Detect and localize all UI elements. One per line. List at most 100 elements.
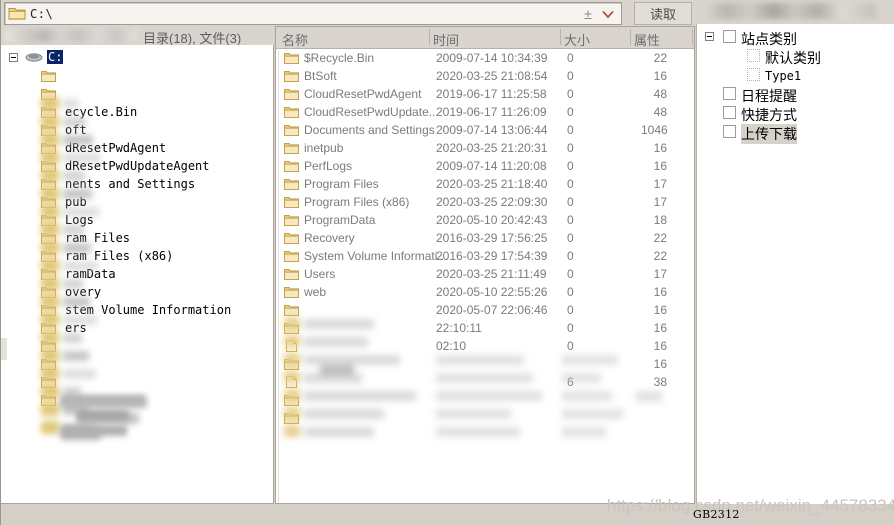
file-size: 0 bbox=[567, 159, 574, 173]
file-size: 0 bbox=[567, 303, 574, 317]
file-list-header: 名称 时间 大小 属性 bbox=[276, 27, 694, 49]
tree-collapse-toggle[interactable] bbox=[9, 53, 18, 62]
file-attr: 17 bbox=[653, 177, 667, 191]
column-header-attr[interactable]: 属性 bbox=[634, 30, 660, 49]
column-divider[interactable] bbox=[692, 29, 693, 45]
file-row[interactable]: BtSoft 2020-03-25 21:08:54 0 16 bbox=[276, 67, 694, 85]
file-row[interactable]: 22:10:11 0 16 bbox=[276, 319, 694, 337]
file-name: System Volume Informati... bbox=[304, 249, 448, 263]
file-row[interactable]: 2020-05-07 22:06:46 0 16 bbox=[276, 301, 694, 319]
site-tree-item-label: 上传下载 bbox=[741, 124, 797, 144]
file-row[interactable]: Recovery 2016-03-29 17:56:25 0 22 bbox=[276, 229, 694, 247]
file-size: 0 bbox=[567, 321, 574, 335]
file-size: 0 bbox=[567, 69, 574, 83]
panel-resize-handle[interactable] bbox=[0, 338, 7, 360]
file-row[interactable] bbox=[276, 391, 694, 409]
tree-node-label: Logs bbox=[65, 213, 94, 227]
file-time: 2020-03-25 22:09:30 bbox=[436, 195, 548, 209]
file-row[interactable]: Users 2020-03-25 21:11:49 0 17 bbox=[276, 265, 694, 283]
folder-icon bbox=[284, 412, 299, 424]
folder-icon bbox=[41, 178, 56, 193]
file-row[interactable]: CloudResetPwdAgent 2019-06-17 11:25:58 0 48 bbox=[276, 85, 694, 103]
file-time: 2020-03-25 21:08:54 bbox=[436, 69, 548, 83]
file-size: 0 bbox=[567, 231, 574, 245]
chevron-down-icon[interactable] bbox=[601, 8, 615, 20]
expand-plus-icon[interactable]: ± bbox=[581, 7, 595, 21]
directory-summary-bar: 目录(18), 文件(3) bbox=[0, 26, 274, 46]
file-time: 2020-03-25 21:20:31 bbox=[436, 141, 548, 155]
column-header-time[interactable]: 时间 bbox=[433, 30, 459, 49]
folder-icon bbox=[284, 88, 299, 100]
upload-download-icon bbox=[723, 125, 736, 138]
file-size: 0 bbox=[567, 123, 574, 137]
tree-node-label: stem Volume Information bbox=[65, 303, 232, 317]
drive-icon bbox=[25, 52, 43, 66]
folder-icon bbox=[284, 358, 299, 370]
folder-icon bbox=[284, 214, 299, 226]
file-row[interactable]: PerfLogs 2009-07-14 11:20:08 0 16 bbox=[276, 157, 694, 175]
file-size: 0 bbox=[567, 267, 574, 281]
file-row[interactable]: Program Files 2020-03-25 21:18:40 0 17 bbox=[276, 175, 694, 193]
tree-node-label: dResetPwdAgent bbox=[65, 141, 167, 155]
file-time: 2020-03-25 21:18:40 bbox=[436, 177, 548, 191]
column-divider[interactable] bbox=[630, 29, 631, 45]
file-row[interactable]: ProgramData 2020-05-10 20:42:43 0 18 bbox=[276, 211, 694, 229]
file-row[interactable]: inetpub 2020-03-25 21:20:31 0 16 bbox=[276, 139, 694, 157]
site-category-tree[interactable]: 站点类别 默认类别 Type1 日程提醒 快捷方式 上传下载 bbox=[696, 24, 893, 504]
file-attr: 48 bbox=[653, 105, 667, 119]
file-size: 0 bbox=[567, 177, 574, 191]
file-attr: 16 bbox=[653, 69, 667, 83]
site-category-panel[interactable]: 站点类别 默认类别 Type1 日程提醒 快捷方式 上传下载 bbox=[696, 0, 894, 504]
file-row[interactable] bbox=[276, 409, 694, 427]
tree-node-label: nents and Settings bbox=[65, 177, 196, 191]
file-row[interactable]: 16 bbox=[276, 355, 694, 373]
file-time: 22:10:11 bbox=[436, 321, 482, 335]
category-icon bbox=[747, 68, 760, 81]
file-time: 2009-07-14 10:34:39 bbox=[436, 51, 548, 65]
category-icon bbox=[747, 49, 760, 62]
file-list-panel[interactable]: 名称 时间 大小 属性 $Recycle.Bin 2009-07-14 10:34:39… bbox=[275, 26, 695, 504]
folder-icon bbox=[41, 304, 56, 319]
read-button[interactable]: 读取 bbox=[634, 2, 692, 25]
file-row[interactable]: System Volume Informati... 2016-03-29 17:… bbox=[276, 247, 694, 265]
file-row[interactable]: Documents and Settings 2009-07-14 13:06:4… bbox=[276, 121, 694, 139]
folder-icon bbox=[41, 268, 56, 283]
file-icon bbox=[284, 376, 299, 388]
folder-icon bbox=[41, 250, 56, 265]
site-tree-item-label: Type1 bbox=[765, 69, 802, 83]
folder-icon bbox=[284, 196, 299, 208]
path-input-value: C:\ bbox=[30, 6, 54, 21]
file-row[interactable]: Program Files (x86) 2020-03-25 22:09:30 0 1… bbox=[276, 193, 694, 211]
file-row[interactable]: 6 38 bbox=[276, 373, 694, 391]
tree-collapse-toggle[interactable] bbox=[705, 32, 714, 41]
column-divider[interactable] bbox=[560, 29, 561, 45]
folder-icon bbox=[284, 304, 299, 316]
redacted-tree-names bbox=[57, 395, 177, 443]
site-tree-item-label: 日程提醒 bbox=[741, 88, 797, 104]
path-input[interactable]: C:\ ± bbox=[4, 2, 622, 25]
file-time: 02:10 bbox=[436, 339, 467, 353]
tree-node-label: ecycle.Bin bbox=[65, 105, 138, 119]
column-header-name[interactable]: 名称 bbox=[282, 30, 308, 49]
directory-tree-panel[interactable]: C: ecycle.Bin oft dResetPwdAgent dResetPwdUp… bbox=[0, 45, 274, 504]
file-size: 0 bbox=[567, 195, 574, 209]
file-size: 0 bbox=[567, 339, 574, 353]
file-attr: 16 bbox=[653, 321, 667, 335]
folder-icon bbox=[284, 106, 299, 118]
folder-icon bbox=[8, 8, 26, 20]
watermark-text: https://blog.csdn.net/weixin_44578334 bbox=[607, 496, 894, 515]
file-row[interactable]: $Recycle.Bin 2009-07-14 10:34:39 0 22 bbox=[276, 49, 694, 67]
site-tree-item-label: 站点类别 bbox=[741, 31, 797, 47]
file-attr: 16 bbox=[653, 285, 667, 299]
file-name: Program Files (x86) bbox=[304, 195, 410, 209]
file-row[interactable]: 02:10 0 16 bbox=[276, 337, 694, 355]
file-name: PerfLogs bbox=[304, 159, 353, 173]
file-row[interactable]: web 2020-05-10 22:55:26 0 16 bbox=[276, 283, 694, 301]
column-divider[interactable] bbox=[429, 29, 430, 45]
tree-node-label: C: bbox=[47, 50, 64, 64]
folder-icon bbox=[284, 322, 299, 334]
shortcut-icon bbox=[723, 106, 736, 119]
column-header-size[interactable]: 大小 bbox=[564, 30, 590, 49]
file-time: 2020-05-10 22:55:26 bbox=[436, 285, 548, 299]
file-row[interactable]: CloudResetPwdUpdate... 2019-06-17 11:26:0… bbox=[276, 103, 694, 121]
